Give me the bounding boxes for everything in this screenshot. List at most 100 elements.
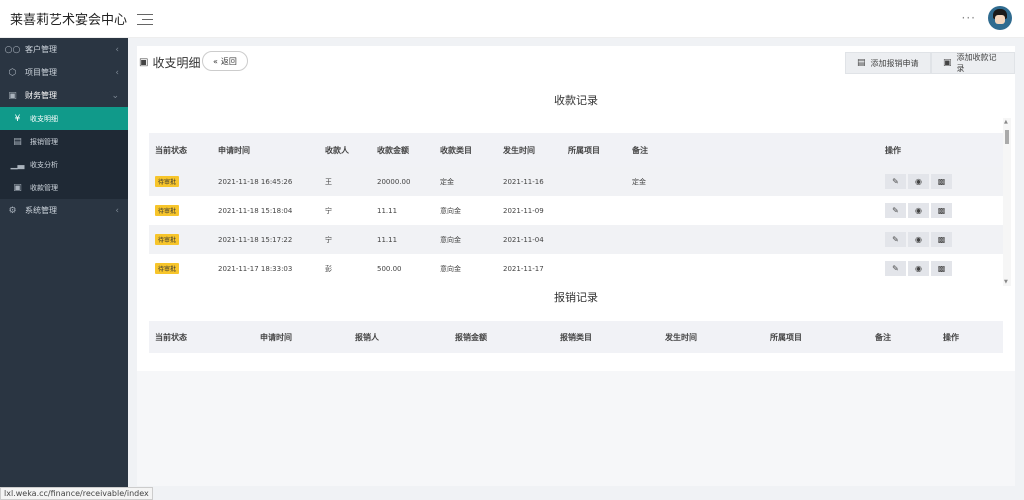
- amount-cell: 20000.00: [371, 167, 434, 196]
- sidebar-item-finance[interactable]: ▣ 财务管理 ⌄: [0, 84, 128, 107]
- edit-button[interactable]: ✎: [885, 261, 906, 276]
- amount-cell: 11.11: [371, 225, 434, 254]
- payee-cell: 彭: [325, 264, 332, 273]
- reimbursements-table-container: 当前状态 申请时间 报销人 报销金额 报销类目 发生时间 所属项目 备注 操作: [149, 321, 1003, 353]
- receipts-table: 当前状态 申请时间 收款人 收款金额 收款类目 发生时间 所属项目 备注 操作 …: [149, 133, 1003, 283]
- apply-time-cell: 2021-11-17 18:33:03: [218, 264, 293, 273]
- delete-button[interactable]: ▩: [931, 261, 952, 276]
- column-header: 收款类目: [434, 133, 497, 167]
- column-header: 收款人: [319, 133, 371, 167]
- empty-content-area: [137, 371, 1015, 486]
- column-header: 收款金额: [371, 133, 434, 167]
- eye-icon: ◉: [915, 177, 922, 186]
- trash-icon: ▩: [937, 235, 946, 244]
- back-button-label: 返回: [220, 56, 237, 66]
- cash-icon: ▣: [943, 58, 952, 68]
- page-title: ▣ 收支明细: [139, 54, 200, 71]
- edit-button[interactable]: ✎: [885, 232, 906, 247]
- sidebar-item-analysis[interactable]: ▁▃ 收支分析: [0, 153, 128, 176]
- column-header: 当前状态: [149, 133, 212, 167]
- cube-icon: ⬡: [8, 67, 17, 78]
- delete-button[interactable]: ▩: [931, 232, 952, 247]
- view-button[interactable]: ◉: [908, 232, 929, 247]
- sidebar-item-reimbursement[interactable]: ▤ 报销管理: [0, 130, 128, 153]
- project-cell: [562, 167, 626, 196]
- note-cell: [626, 225, 879, 254]
- delete-button[interactable]: ▩: [931, 203, 952, 218]
- pencil-icon: ✎: [892, 235, 899, 244]
- sidebar-item-receipts[interactable]: ▣ 收款管理: [0, 176, 128, 199]
- cash-icon: ▣: [139, 57, 149, 68]
- avatar[interactable]: [988, 6, 1012, 30]
- occur-time-cell: 2021-11-04: [497, 225, 562, 254]
- view-button[interactable]: ◉: [908, 261, 929, 276]
- scroll-down-icon[interactable]: ▼: [1004, 279, 1008, 285]
- finance-submenu: ¥ 收支明细 ▤ 报销管理 ▁▃ 收支分析 ▣ 收款管理: [0, 107, 128, 199]
- reimbursements-section-title: 报销记录: [554, 291, 598, 304]
- edit-button[interactable]: ✎: [885, 174, 906, 189]
- category-cell: 意向金: [440, 206, 461, 215]
- pencil-icon: ✎: [892, 264, 899, 273]
- apply-time-cell: 2021-11-18 16:45:26: [212, 167, 319, 196]
- eye-icon: ◉: [915, 206, 922, 215]
- sidebar-item-projects[interactable]: ⬡ 项目管理 ‹: [0, 61, 128, 84]
- note-cell: 定金: [626, 167, 879, 196]
- view-button[interactable]: ◉: [908, 203, 929, 218]
- eye-icon: ◉: [915, 235, 922, 244]
- cash-icon: ▣: [8, 90, 17, 101]
- edit-button[interactable]: ✎: [885, 203, 906, 218]
- column-header: 当前状态: [149, 321, 254, 353]
- project-cell: [562, 225, 626, 254]
- scroll-up-icon[interactable]: ▲: [1004, 119, 1008, 125]
- amount-cell: 11.11: [377, 206, 398, 215]
- sidebar-item-system[interactable]: ⚙ 系统管理 ‹: [0, 199, 128, 222]
- add-receipt-button[interactable]: ▣ 添加收款记录: [931, 52, 1015, 74]
- reimbursements-table: 当前状态 申请时间 报销人 报销金额 报销类目 发生时间 所属项目 备注 操作: [149, 321, 1003, 353]
- eye-icon: ◉: [915, 264, 922, 273]
- chevron-down-icon: ⌄: [111, 90, 119, 101]
- occur-time-cell: 2021-11-09: [503, 206, 544, 215]
- sidebar: ○○ 客户管理 ‹ ⬡ 项目管理 ‹ ▣ 财务管理 ⌄ ¥ 收支明细 ▤ 报销管…: [0, 38, 128, 500]
- content-card: ▣ 收支明细 « 返回 ▤ 添加报销申请 ▣ 添加收款记录 收款记录 当前状态 …: [137, 46, 1015, 486]
- sidebar-item-label: 收款管理: [30, 183, 58, 192]
- delete-button[interactable]: ▩: [931, 174, 952, 189]
- back-button[interactable]: « 返回: [202, 51, 248, 71]
- project-cell: [562, 196, 626, 225]
- column-header: 报销金额: [449, 321, 554, 353]
- apply-time-cell: 2021-11-18 15:18:04: [218, 206, 293, 215]
- users-icon: ○○: [4, 44, 21, 55]
- chevron-left-icon: ‹: [115, 67, 119, 78]
- sidebar-item-label: 财务管理: [25, 91, 57, 100]
- add-reimbursement-button[interactable]: ▤ 添加报销申请: [845, 52, 931, 74]
- payee-cell: 宁: [319, 225, 371, 254]
- sidebar-item-income-expense[interactable]: ¥ 收支明细: [0, 107, 128, 130]
- bar-chart-icon: ▁▃: [10, 159, 25, 170]
- page-header: ▣ 收支明细 « 返回 ▤ 添加报销申请 ▣ 添加收款记录: [137, 50, 1015, 76]
- receipts-table-container: 当前状态 申请时间 收款人 收款金额 收款类目 发生时间 所属项目 备注 操作 …: [149, 133, 1003, 283]
- column-header: 发生时间: [659, 321, 764, 353]
- sidebar-item-customers[interactable]: ○○ 客户管理 ‹: [0, 38, 128, 61]
- column-header: 操作: [937, 321, 1003, 353]
- table-row: 待审批 2021-11-18 15:17:22 宁 11.11 意向金 2021…: [149, 225, 1003, 254]
- add-receipt-label: 添加收款记录: [956, 53, 997, 73]
- category-cell: 意向金: [440, 264, 461, 273]
- column-header: 所属项目: [562, 133, 626, 167]
- column-header: 发生时间: [497, 133, 562, 167]
- amount-cell: 500.00: [377, 264, 402, 273]
- scrollbar-thumb[interactable]: [1005, 130, 1009, 144]
- apply-time-cell: 2021-11-18 15:17:22: [212, 225, 319, 254]
- double-chevron-left-icon: «: [213, 56, 218, 66]
- category-cell: 意向金: [434, 225, 497, 254]
- pencil-icon: ✎: [892, 177, 899, 186]
- column-header: 备注: [869, 321, 937, 353]
- column-header: 操作: [879, 133, 1003, 167]
- column-header: 报销类目: [554, 321, 659, 353]
- status-badge: 待审批: [155, 205, 180, 216]
- view-button[interactable]: ◉: [908, 174, 929, 189]
- receipts-scrollbar[interactable]: ▲ ▼: [1003, 118, 1011, 286]
- top-bar: 莱喜莉艺术宴会中心 ···: [0, 0, 1024, 38]
- menu-toggle-icon[interactable]: [137, 13, 154, 25]
- chevron-left-icon: ‹: [115, 44, 119, 55]
- more-options-icon[interactable]: ···: [962, 11, 976, 25]
- cash-icon: ▣: [13, 182, 22, 193]
